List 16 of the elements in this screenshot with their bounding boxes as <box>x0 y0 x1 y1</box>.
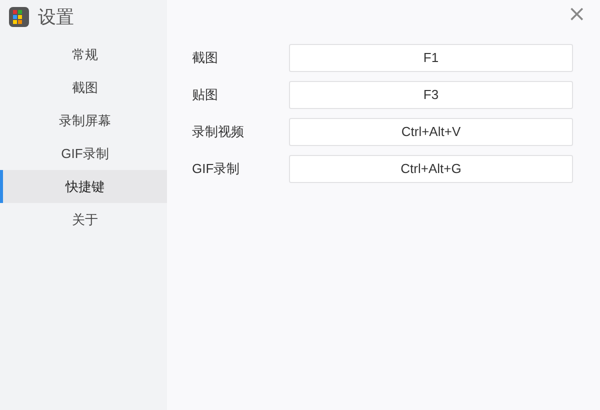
sidebar-item[interactable]: 录制屏幕 <box>0 104 167 137</box>
hotkey-field[interactable]: F3 <box>289 81 573 109</box>
shortcut-label: 截图 <box>192 49 219 67</box>
sidebar-item[interactable]: 常规 <box>0 38 167 71</box>
sidebar-item[interactable]: 快捷键 <box>0 170 167 203</box>
hotkey-field[interactable]: F1 <box>289 44 573 72</box>
shortcut-label: GIF录制 <box>192 160 241 178</box>
hotkey-field[interactable]: Ctrl+Alt+G <box>289 155 573 183</box>
sidebar-item[interactable]: GIF录制 <box>0 137 167 170</box>
shortcut-label: 录制视频 <box>192 123 245 141</box>
app-logo-icon <box>8 6 30 28</box>
sidebar-item[interactable]: 截图 <box>0 71 167 104</box>
hotkey-field[interactable]: Ctrl+Alt+V <box>289 118 573 146</box>
shortcut-label: 贴图 <box>192 86 219 104</box>
window-title: 设置 <box>38 6 74 29</box>
sidebar-item[interactable]: 关于 <box>0 203 167 236</box>
